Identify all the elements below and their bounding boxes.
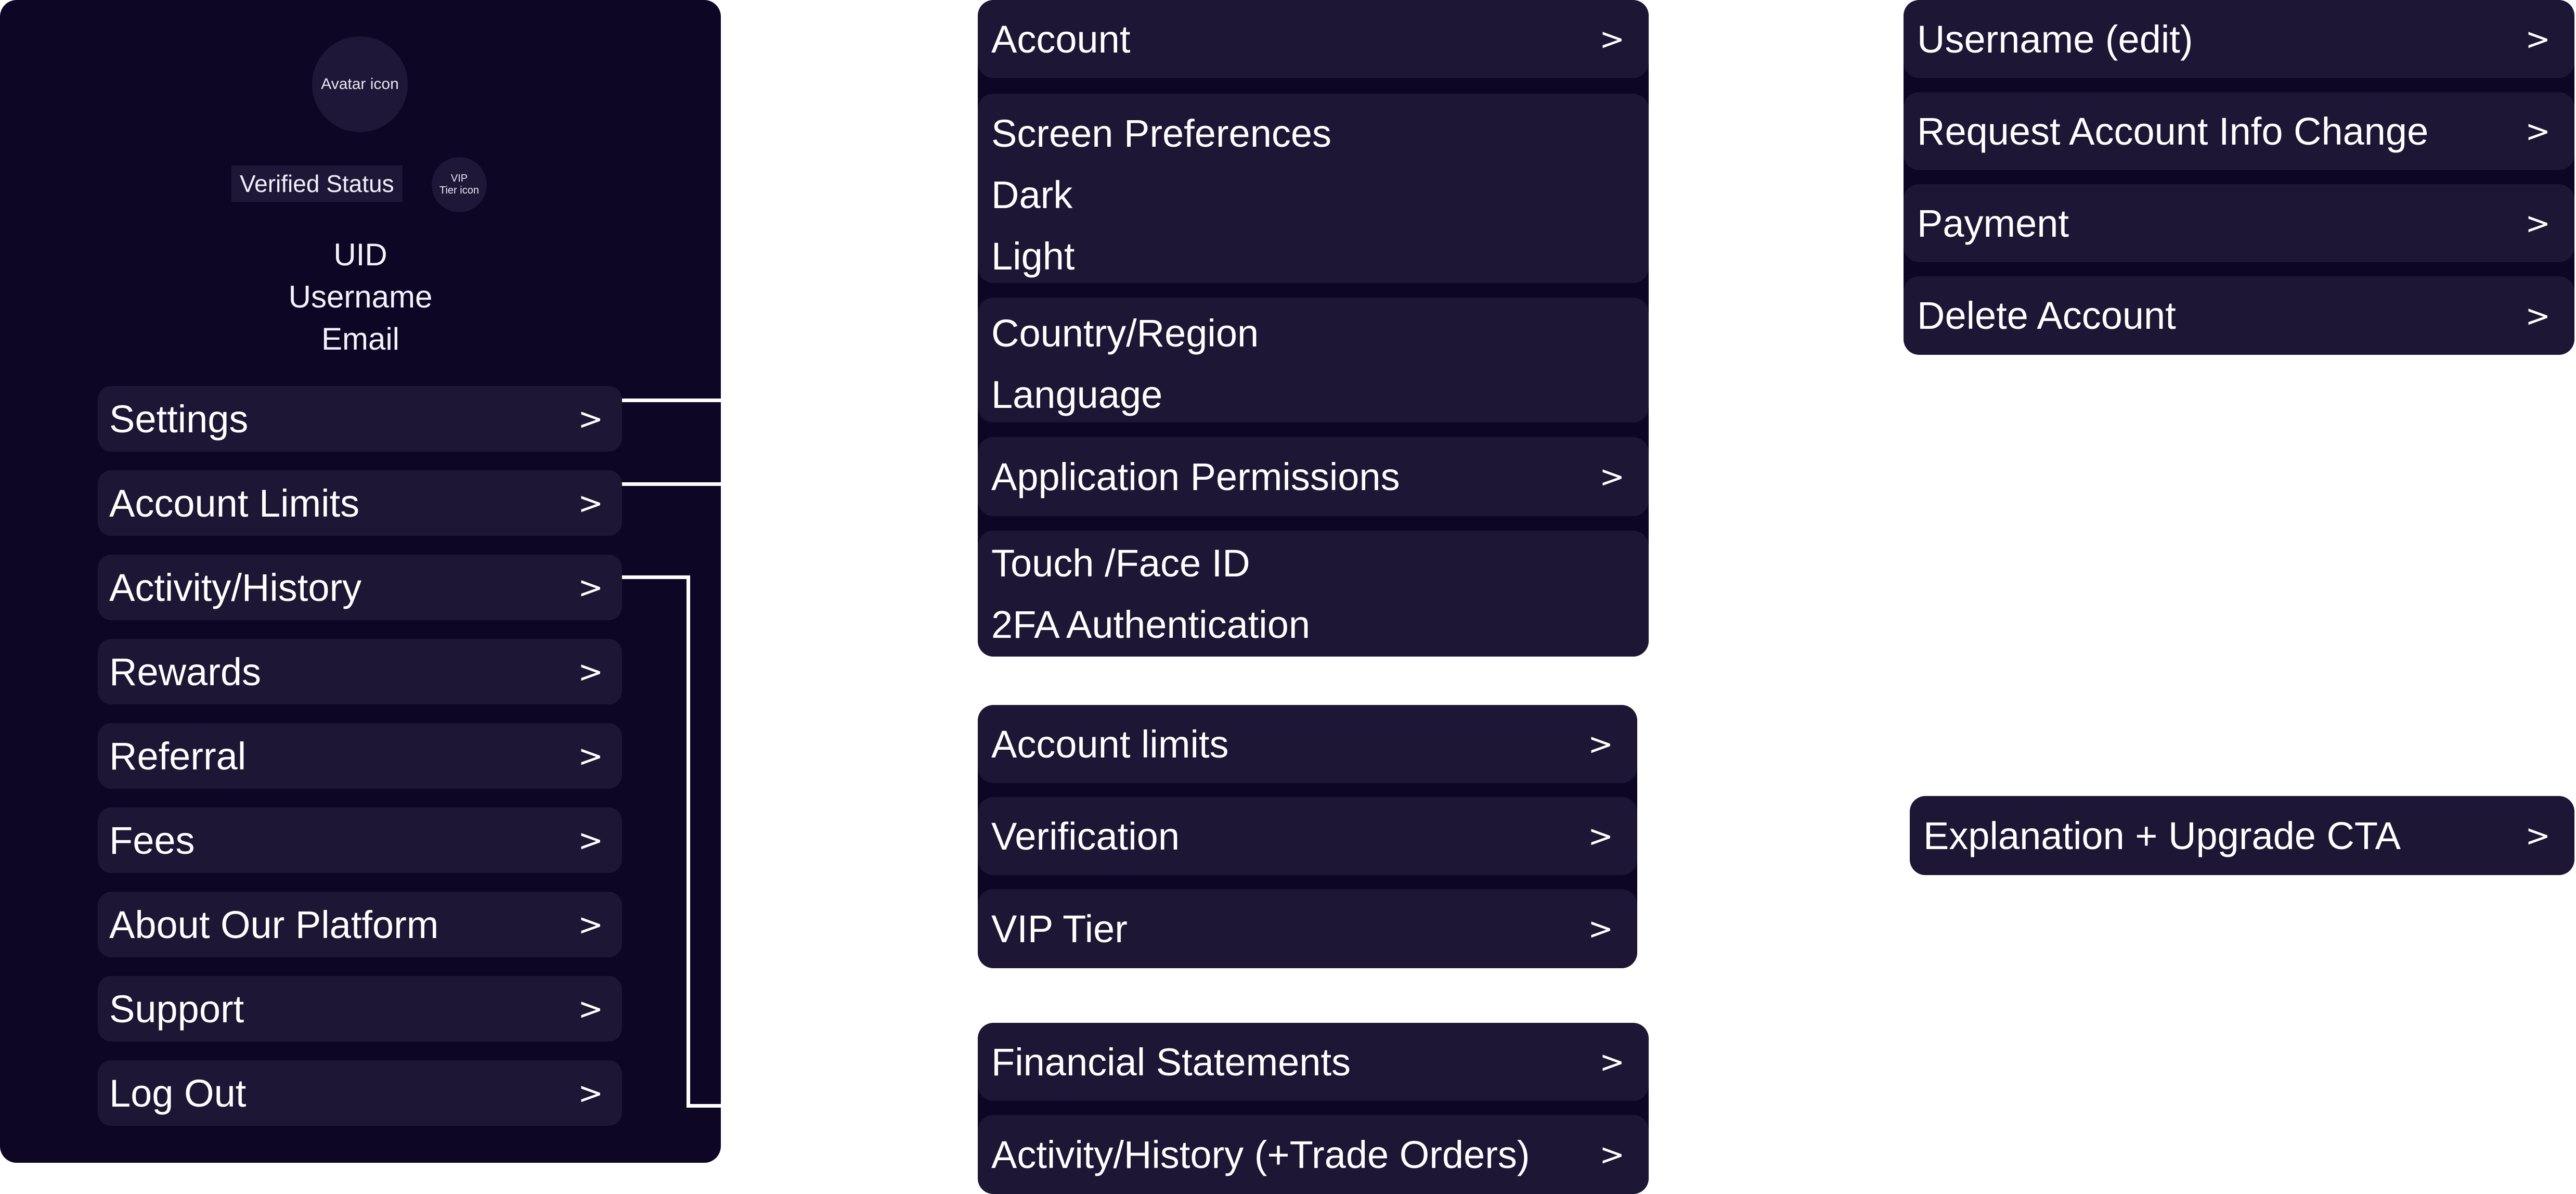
chevron-right-icon: > <box>1599 459 1625 494</box>
explanation-upgrade-cta-label: Explanation + Upgrade CTA <box>1923 814 2401 857</box>
chevron-right-icon: > <box>1588 818 1613 854</box>
chevron-right-icon: > <box>2525 298 2551 333</box>
vip-tier-label: VIP Tier <box>991 907 1128 951</box>
menu-item-label: Support <box>109 987 244 1031</box>
account-row-label: Account <box>991 17 1131 61</box>
connector-account-limits <box>622 482 721 486</box>
security-group: Touch /Face ID 2FA Authentication <box>978 531 1649 657</box>
menu-item-rewards[interactable]: Rewards > <box>98 639 622 704</box>
screen-preferences-title: Screen Preferences <box>991 112 1332 155</box>
activity-history-trade-orders-row[interactable]: Activity/History (+Trade Orders) > <box>978 1115 1649 1194</box>
menu-item-fees[interactable]: Fees > <box>98 807 622 873</box>
financial-statements-label: Financial Statements <box>991 1040 1351 1084</box>
menu-item-referral[interactable]: Referral > <box>98 723 622 789</box>
locale-group: Country/Region Language <box>978 298 1649 422</box>
account-limits-label: Account limits <box>991 722 1229 766</box>
vip-icon-label-line2: Tier icon <box>439 185 479 196</box>
account-limits-panel: Account limits > Verification > VIP Tier… <box>978 705 1637 968</box>
activity-history-trade-orders-label: Activity/History (+Trade Orders) <box>991 1133 1530 1176</box>
menu-item-label: Log Out <box>109 1071 247 1115</box>
connector-activity-vertical <box>687 575 690 1108</box>
explanation-upgrade-cta-row[interactable]: Explanation + Upgrade CTA > <box>1910 796 2574 875</box>
menu-item-activity-history[interactable]: Activity/History > <box>98 555 622 620</box>
avatar-icon[interactable]: Avatar icon <box>312 36 408 132</box>
menu-item-about-platform[interactable]: About Our Platform > <box>98 892 622 957</box>
chevron-right-icon: > <box>578 907 603 942</box>
chevron-right-icon: > <box>578 401 603 436</box>
activity-history-panel: Financial Statements > Activity/History … <box>978 1023 1649 1194</box>
account-row[interactable]: Account > <box>978 0 1649 78</box>
profile-menu-panel: Avatar icon Verified Status VIP Tier ico… <box>0 0 721 1163</box>
account-limits-row[interactable]: Account limits > <box>978 705 1637 783</box>
username-text: Username <box>288 279 433 314</box>
language-option[interactable]: Language <box>991 364 1625 426</box>
menu-item-label: Fees <box>109 818 195 862</box>
avatar-icon-label: Avatar icon <box>321 75 399 93</box>
chevron-right-icon: > <box>1599 21 1625 57</box>
menu-item-label: Account Limits <box>109 481 360 525</box>
vip-tier-icon[interactable]: VIP Tier icon <box>432 157 487 212</box>
username-edit-label: Username (edit) <box>1917 17 2193 61</box>
connector-settings <box>622 399 721 402</box>
menu-item-label: Referral <box>109 734 247 778</box>
touch-face-id-option[interactable]: Touch /Face ID <box>991 533 1625 594</box>
chevron-right-icon: > <box>578 991 603 1026</box>
chevron-right-icon: > <box>578 738 603 774</box>
menu-item-log-out[interactable]: Log Out > <box>98 1060 622 1126</box>
chevron-right-icon: > <box>578 570 603 605</box>
chevron-right-icon: > <box>1588 911 1613 946</box>
connector-activity-top <box>622 575 690 579</box>
menu-item-support[interactable]: Support > <box>98 976 622 1042</box>
connector-activity-bottom <box>687 1104 721 1108</box>
financial-statements-row[interactable]: Financial Statements > <box>978 1023 1649 1101</box>
chevron-right-icon: > <box>2525 206 2551 241</box>
menu-item-account-limits[interactable]: Account Limits > <box>98 470 622 536</box>
chevron-right-icon: > <box>1588 726 1613 762</box>
theme-option-light[interactable]: Light <box>991 226 1625 287</box>
application-permissions-label: Application Permissions <box>991 455 1400 498</box>
menu-item-label: Activity/History <box>109 566 362 609</box>
verification-row[interactable]: Verification > <box>978 797 1637 875</box>
chevron-right-icon: > <box>578 485 603 521</box>
chevron-right-icon: > <box>2525 818 2551 853</box>
screen-preferences-group: Screen Preferences Dark Light <box>978 94 1649 283</box>
request-account-info-change-row[interactable]: Request Account Info Change > <box>1904 92 2574 170</box>
delete-account-label: Delete Account <box>1917 294 2176 337</box>
email-text: Email <box>321 322 400 356</box>
payment-label: Payment <box>1917 201 2069 245</box>
theme-option-dark[interactable]: Dark <box>991 164 1625 226</box>
chevron-right-icon: > <box>578 654 603 689</box>
payment-row[interactable]: Payment > <box>1904 184 2574 262</box>
chevron-right-icon: > <box>2525 21 2551 57</box>
upgrade-cta-panel: Explanation + Upgrade CTA > <box>1910 796 2574 875</box>
chevron-right-icon: > <box>578 823 603 858</box>
chevron-right-icon: > <box>578 1075 603 1111</box>
chevron-right-icon: > <box>1599 1044 1625 1080</box>
chevron-right-icon: > <box>1599 1137 1625 1172</box>
username-edit-row[interactable]: Username (edit) > <box>1904 0 2574 78</box>
two-factor-auth-option[interactable]: 2FA Authentication <box>991 594 1625 656</box>
application-permissions-row[interactable]: Application Permissions > <box>978 437 1649 516</box>
chevron-right-icon: > <box>2525 113 2551 149</box>
request-account-info-change-label: Request Account Info Change <box>1917 109 2429 153</box>
vip-tier-row[interactable]: VIP Tier > <box>978 889 1637 968</box>
menu-item-settings[interactable]: Settings > <box>98 386 622 452</box>
account-detail-panel: Username (edit) > Request Account Info C… <box>1904 0 2574 355</box>
delete-account-row[interactable]: Delete Account > <box>1904 276 2574 355</box>
settings-panel: Account > Screen Preferences Dark Light … <box>978 0 1649 657</box>
menu-item-label: About Our Platform <box>109 903 439 946</box>
menu-item-label: Rewards <box>109 650 261 694</box>
country-region-option[interactable]: Country/Region <box>991 303 1625 364</box>
verified-status-badge: Verified Status <box>231 165 403 202</box>
vip-icon-label-line1: VIP <box>450 173 468 184</box>
verification-label: Verification <box>991 814 1180 858</box>
menu-item-label: Settings <box>109 397 249 441</box>
uid-text: UID <box>333 237 387 272</box>
